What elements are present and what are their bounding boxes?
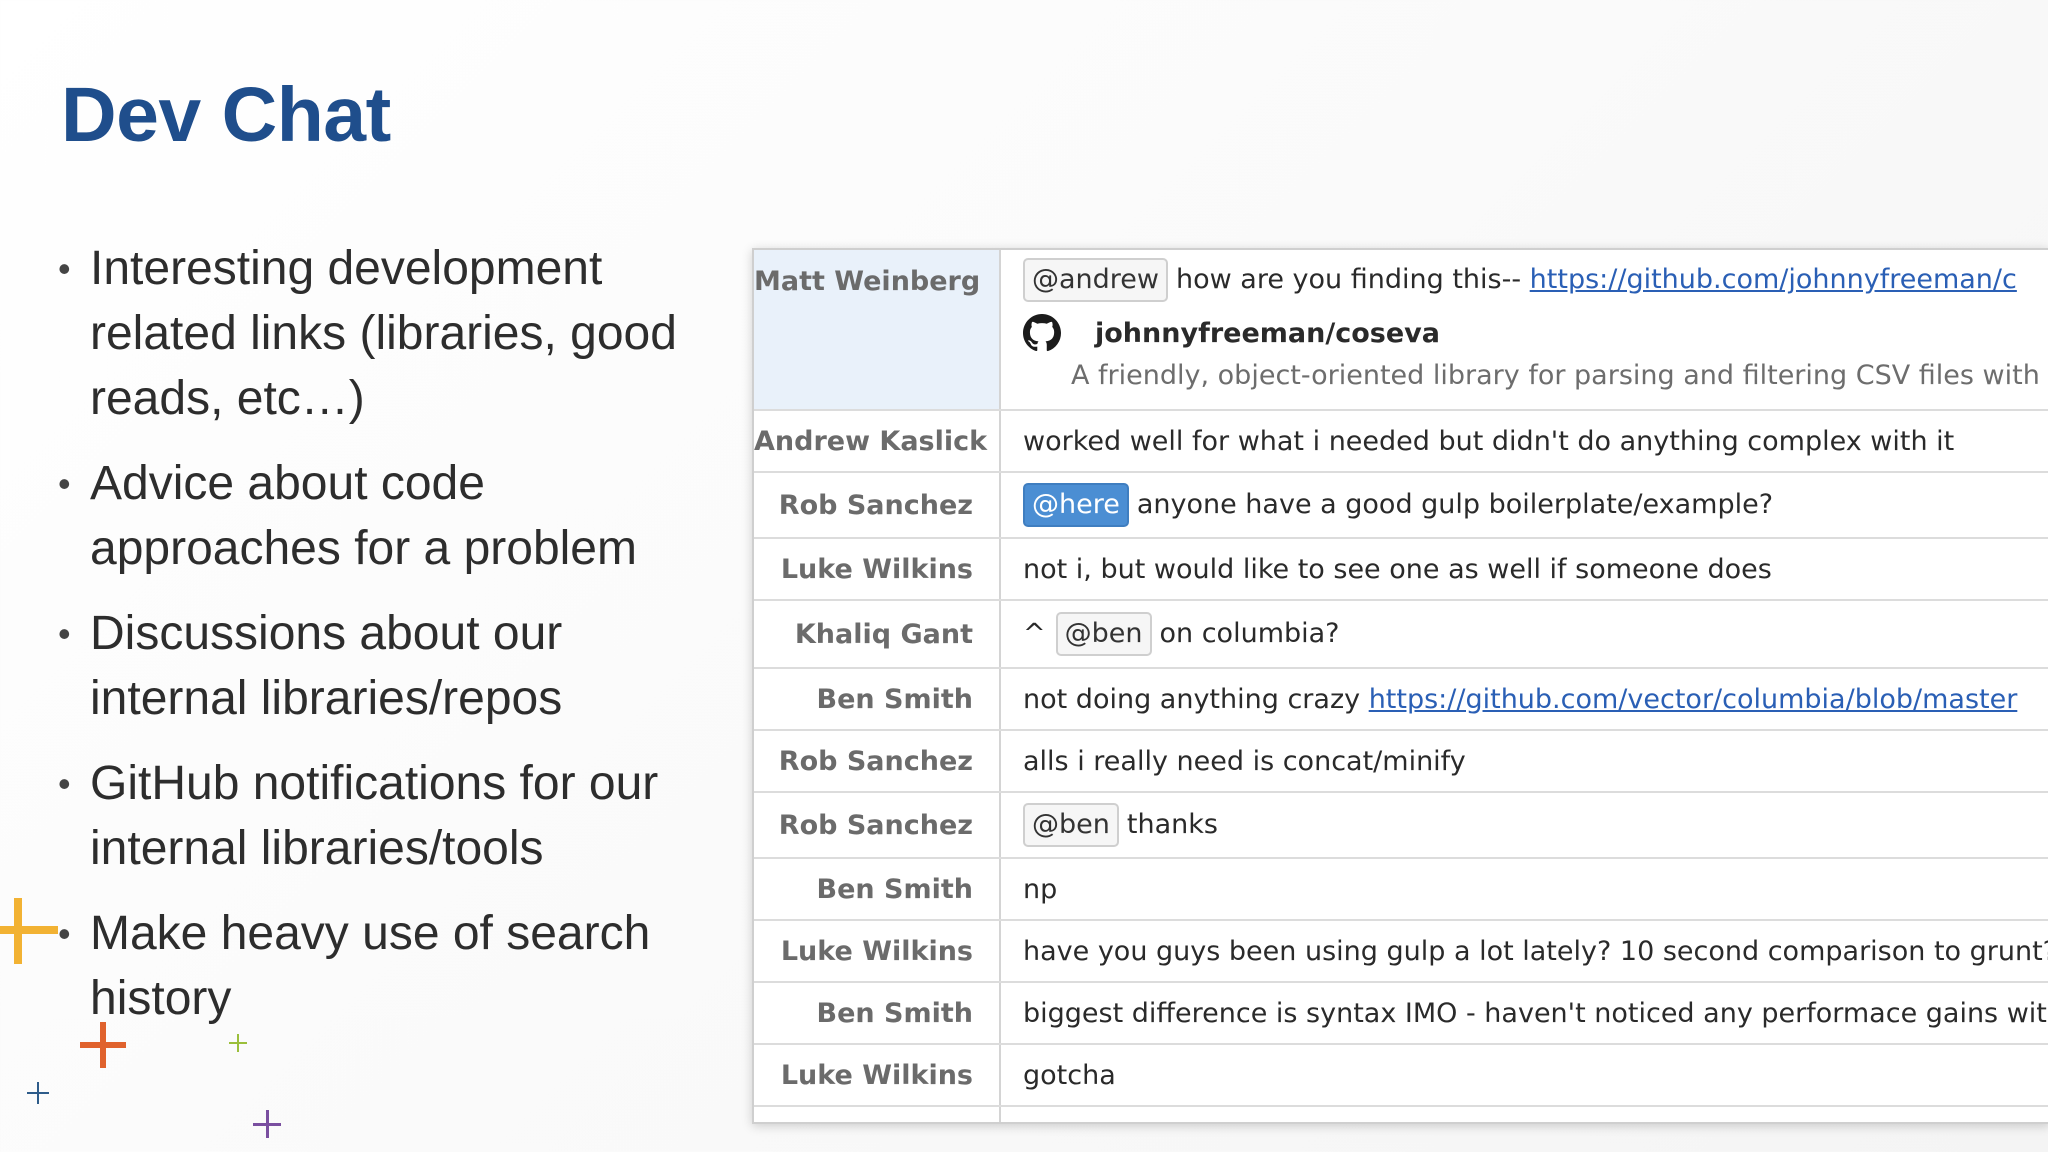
- plus-decoration-icon: [0, 898, 58, 964]
- plus-decoration-bar: [0, 926, 58, 934]
- plus-decoration-icon: [253, 1110, 281, 1138]
- plus-decoration-icon: [27, 1082, 49, 1104]
- link-attachment[interactable]: johnnyfreeman/coseva: [1023, 314, 2048, 352]
- message-body: biggest difference is syntax IMO - haven…: [1000, 982, 2048, 1045]
- message-text: thanks: [1126, 809, 1218, 840]
- message-author[interactable]: Matt Weinberg: [754, 250, 1001, 411]
- plus-decoration-icon: [229, 1034, 247, 1052]
- message-author[interactable]: Rob Sanchez: [754, 730, 1001, 793]
- github-icon: [1023, 314, 1061, 352]
- chat-message-row: Luke Wilkins not i, but would like to se…: [754, 538, 2048, 601]
- message-body: @here anyone have a good gulp boilerplate…: [1000, 472, 2048, 539]
- message-prefix: ^: [1023, 618, 1046, 649]
- chat-message-row: Rob Sanchez alls i really need is concat…: [754, 730, 2048, 793]
- plus-decoration-bar: [14, 898, 22, 964]
- chat-message-row: Luke Wilkins gotcha: [754, 1044, 2048, 1107]
- chat-screenshot: Matt Weinberg @andrew how are you finding…: [752, 248, 2048, 1124]
- message-body: gotcha: [1000, 1044, 2048, 1107]
- message-author[interactable]: Andrew Kaslick: [754, 410, 1001, 473]
- message-body: worked well for what i needed but didn't…: [1000, 410, 2048, 473]
- message-author[interactable]: Ben Smith: [754, 982, 1001, 1045]
- mention-tag[interactable]: @ben: [1055, 612, 1152, 656]
- bullet-list: Interesting development related links (l…: [58, 236, 698, 1051]
- message-author[interactable]: Ben Smith: [754, 668, 1001, 731]
- plus-decoration-bar: [37, 1082, 39, 1104]
- mention-tag[interactable]: @here: [1023, 483, 1129, 527]
- bullet-item: Make heavy use of search history: [58, 901, 698, 1031]
- message-author[interactable]: Luke Wilkins: [754, 920, 1001, 983]
- bullet-item: Advice about code approaches for a probl…: [58, 451, 698, 581]
- chat-message-row: Khaliq Gant ^ @ben on columbia?: [754, 600, 2048, 669]
- plus-decoration-bar: [100, 1022, 106, 1068]
- message-text: np: [1023, 873, 1058, 905]
- message-author[interactable]: Luke Wilkins: [754, 1044, 1001, 1107]
- message-text: on columbia?: [1159, 618, 1340, 649]
- message-author[interactable]: Rob Sanchez: [754, 472, 1001, 539]
- chat-message-row: Ben Smith not doing anything crazy https…: [754, 668, 2048, 731]
- message-author[interactable]: Ben Smith: [754, 858, 1001, 921]
- message-author[interactable]: Luke Wilkins: [754, 538, 1001, 601]
- chat-log: Matt Weinberg @andrew how are you finding…: [754, 250, 2048, 1122]
- message-body: np: [1000, 858, 2048, 921]
- chat-message-row: Luke Wilkins have you guys been using gu…: [754, 920, 2048, 983]
- mention-tag[interactable]: @andrew: [1023, 258, 1168, 302]
- message-body: not i, but would like to see one as well…: [1000, 538, 2048, 601]
- message-text: alls i really need is concat/minify: [1023, 745, 1466, 777]
- bullet-item: Interesting development related links (l…: [58, 236, 698, 431]
- mention-tag[interactable]: @ben: [1023, 803, 1119, 847]
- chat-message-row: Rob Sanchez @ben thanks: [754, 792, 2048, 859]
- message-text: not i, but would like to see one as well…: [1023, 553, 1772, 585]
- chat-message-row: Matt Weinberg @andrew how are you finding…: [754, 250, 2048, 411]
- chat-message-row: Ben Smith np: [754, 858, 2048, 921]
- message-link[interactable]: https://github.com/johnnyfreeman/c: [1530, 264, 2017, 295]
- message-author[interactable]: Khaliq Gant: [754, 600, 1001, 669]
- message-body: not doing anything crazy https://github.…: [1000, 668, 2048, 731]
- message-text: anyone have a good gulp boilerplate/exam…: [1136, 489, 1774, 520]
- chat-empty-row: [754, 1106, 2048, 1122]
- message-body: ^ @ben on columbia?: [1000, 600, 2048, 669]
- attachment-title: johnnyfreeman/coseva: [1095, 317, 1440, 349]
- bullet-item: Discussions about our internal libraries…: [58, 601, 698, 731]
- attachment-description: A friendly, object-oriented library for …: [1071, 360, 2040, 391]
- chat-message-row: Rob Sanchez @here anyone have a good gulp…: [754, 472, 2048, 539]
- message-body: @ben thanks: [1000, 792, 2048, 859]
- message-text: have you guys been using gulp a lot late…: [1023, 935, 2048, 967]
- bullet-item: GitHub notifications for our internal li…: [58, 751, 698, 881]
- plus-decoration-bar: [266, 1110, 269, 1138]
- empty-author-cell: [754, 1106, 1001, 1122]
- message-text: gotcha: [1023, 1059, 1116, 1091]
- message-link[interactable]: https://github.com/vector/columbia/blob/…: [1369, 684, 2018, 715]
- message-body: have you guys been using gulp a lot late…: [1000, 920, 2048, 983]
- plus-decoration-icon: [80, 1022, 126, 1068]
- empty-message-cell: [1000, 1106, 2048, 1122]
- chat-message-row: Ben Smith biggest difference is syntax I…: [754, 982, 2048, 1045]
- message-text: biggest difference is syntax IMO - haven…: [1023, 997, 2047, 1029]
- message-text: how are you finding this--: [1176, 264, 1530, 295]
- message-body: @andrew how are you finding this-- https:…: [1000, 250, 2048, 411]
- message-body: alls i really need is concat/minify: [1000, 730, 2048, 793]
- message-author[interactable]: Rob Sanchez: [754, 792, 1001, 859]
- slide-title: Dev Chat: [61, 72, 391, 158]
- plus-decoration-bar: [237, 1034, 239, 1052]
- chat-message-row: Andrew Kaslick worked well for what i ne…: [754, 410, 2048, 473]
- message-text: worked well for what i needed but didn't…: [1023, 425, 1955, 457]
- message-text: not doing anything crazy: [1023, 683, 1369, 715]
